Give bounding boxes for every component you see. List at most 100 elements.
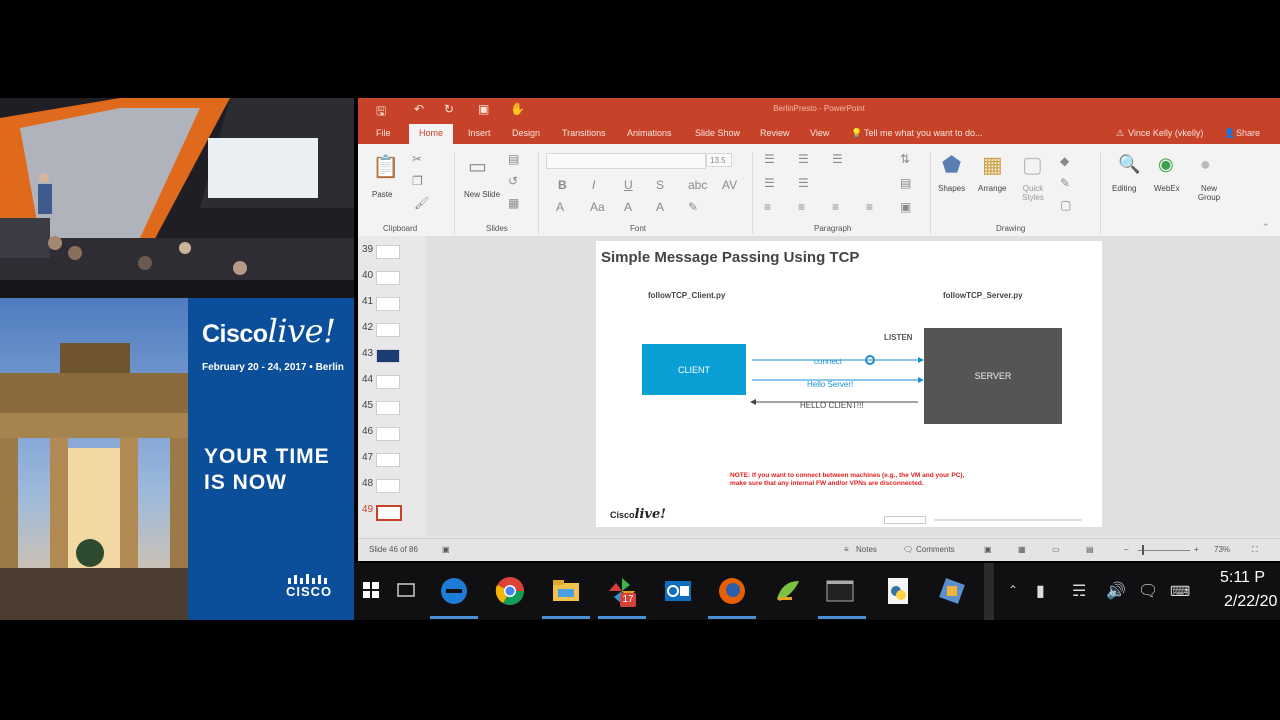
copy-icon[interactable]: ❐ — [412, 174, 423, 188]
align-center-icon[interactable]: ≡ — [798, 200, 805, 214]
comments-icon[interactable]: 🗨 — [903, 545, 913, 554]
slide-thumbnail[interactable] — [376, 375, 400, 389]
tab-insert[interactable]: Insert — [468, 128, 491, 138]
text-direction-icon[interactable]: ⇅ — [900, 152, 910, 166]
webex-button[interactable]: WebEx — [1154, 184, 1180, 193]
italic-icon[interactable]: I — [592, 178, 595, 192]
reset-icon[interactable]: ↺ — [508, 174, 518, 188]
paste-icon[interactable]: 📋 — [372, 154, 399, 180]
shape-effects-icon[interactable]: ▢ — [1060, 198, 1071, 212]
file-explorer-icon[interactable] — [550, 575, 582, 607]
command-prompt-icon[interactable] — [824, 575, 856, 607]
edge-browser-icon[interactable] — [438, 575, 470, 607]
layout-icon[interactable]: ▤ — [508, 152, 519, 166]
bullets-icon[interactable]: ☰ — [764, 152, 775, 166]
align-left-icon[interactable]: ≡ — [764, 200, 771, 214]
underline-icon[interactable]: U — [624, 178, 633, 192]
battery-icon[interactable]: ▮ — [1036, 581, 1045, 601]
justify-icon[interactable]: ≡ — [866, 200, 873, 214]
collapse-ribbon-icon[interactable]: ⌃ — [1262, 222, 1270, 233]
spellcheck-icon[interactable]: ▣ — [442, 545, 450, 554]
line-spacing-icon[interactable]: ☰ — [832, 152, 843, 166]
wifi-icon[interactable]: ☴ — [1072, 581, 1086, 601]
new-slide-button[interactable]: New Slide — [464, 190, 500, 199]
slide-thumbnail-selected[interactable] — [376, 505, 402, 521]
quick-styles-button[interactable]: Quick Styles — [1018, 184, 1048, 202]
webex-icon[interactable]: ◉ — [1158, 154, 1174, 175]
python-editor-icon[interactable] — [772, 575, 804, 607]
arrange-icon[interactable]: ▦ — [982, 152, 1003, 178]
increase-indent-icon[interactable]: ☰ — [798, 176, 809, 190]
cut-icon[interactable]: ✂ — [412, 152, 422, 166]
taskbar-scrollbar[interactable] — [984, 563, 994, 620]
tab-animations[interactable]: Animations — [627, 128, 672, 138]
fit-slide-icon[interactable]: ⛶ — [1252, 545, 1258, 555]
decrease-indent-icon[interactable]: ☰ — [764, 176, 775, 190]
current-slide[interactable]: Simple Message Passing Using TCP followT… — [596, 241, 1102, 527]
share-button[interactable]: Share — [1236, 128, 1260, 138]
new-group-icon[interactable]: ● — [1200, 154, 1211, 175]
normal-view-icon[interactable]: ▣ — [984, 545, 992, 554]
section-icon[interactable]: ▦ — [508, 196, 519, 210]
action-center-icon[interactable]: 🗨 — [1138, 581, 1158, 601]
notes-button[interactable]: Notes — [856, 545, 877, 554]
align-text-icon[interactable]: ▤ — [900, 176, 911, 190]
shape-fill-icon[interactable]: ◆ — [1060, 154, 1069, 168]
python-file-icon[interactable] — [882, 575, 914, 607]
chrome-icon[interactable] — [494, 575, 526, 607]
slide-sorter-icon[interactable]: ▦ — [1018, 545, 1026, 554]
slide-thumbnail[interactable] — [376, 427, 400, 441]
keyboard-icon[interactable]: ⌨ — [1170, 583, 1190, 600]
char-spacing-icon[interactable]: AV — [722, 178, 737, 192]
share-icon[interactable]: 👤 — [1224, 128, 1235, 139]
notes-icon[interactable]: ≡ — [844, 545, 849, 554]
windows-start-icon[interactable] — [362, 581, 380, 599]
tab-file[interactable]: File — [376, 128, 391, 138]
tab-design[interactable]: Design — [512, 128, 540, 138]
zoom-out-icon[interactable]: – — [1124, 545, 1128, 554]
zoom-slider[interactable] — [1138, 550, 1190, 551]
user-account[interactable]: Vince Kelly (vkelly) — [1128, 128, 1203, 138]
slide-show-icon[interactable]: ▤ — [1086, 545, 1094, 554]
tab-home[interactable]: Home — [409, 124, 454, 144]
font-size-box[interactable]: 13.5 — [706, 153, 732, 167]
slide-thumbnail[interactable] — [376, 297, 400, 311]
paste-button[interactable]: Paste — [372, 190, 392, 199]
show-hidden-icons-icon[interactable]: ⌃ — [1008, 583, 1018, 597]
tab-slide-show[interactable]: Slide Show — [695, 128, 740, 138]
tab-review[interactable]: Review — [760, 128, 790, 138]
shadow-icon[interactable]: S — [656, 178, 664, 192]
shape-outline-icon[interactable]: ✎ — [1060, 176, 1070, 190]
quick-styles-icon[interactable]: ▢ — [1022, 152, 1043, 178]
tab-view[interactable]: View — [810, 128, 829, 138]
editing-button[interactable]: Editing — [1112, 184, 1136, 193]
zoom-in-icon[interactable]: + — [1194, 545, 1199, 554]
editing-icon[interactable]: 🔍 — [1118, 154, 1140, 175]
clear-format-icon[interactable]: ✎ — [688, 200, 698, 214]
new-group-button[interactable]: New Group — [1192, 184, 1226, 202]
change-case-icon[interactable]: Aa — [590, 200, 605, 214]
volume-icon[interactable]: 🔊 — [1106, 581, 1126, 601]
slide-thumbnail[interactable] — [376, 349, 400, 363]
font-color-icon[interactable]: A — [556, 200, 564, 214]
slide-thumbnail[interactable] — [376, 401, 400, 415]
slide-thumbnail[interactable] — [376, 323, 400, 337]
comments-button[interactable]: Comments — [916, 545, 955, 554]
tab-transitions[interactable]: Transitions — [562, 128, 606, 138]
slide-thumbnail[interactable] — [376, 453, 400, 467]
shapes-button[interactable]: Shapes — [938, 184, 965, 193]
shapes-icon[interactable]: ⬟ — [942, 152, 961, 178]
bold-icon[interactable]: B — [558, 178, 567, 192]
zoom-slider-thumb[interactable] — [1142, 545, 1144, 555]
strikethrough-icon[interactable]: abc — [688, 178, 707, 192]
smartart-icon[interactable]: ▣ — [900, 200, 911, 214]
grow-font-icon[interactable]: A — [624, 200, 632, 214]
format-painter-icon[interactable]: 🖌 — [414, 196, 429, 210]
numbering-icon[interactable]: ☰ — [798, 152, 809, 166]
arrange-button[interactable]: Arrange — [978, 184, 1006, 193]
slide-thumbnail[interactable] — [376, 479, 400, 493]
virtualbox-icon[interactable] — [936, 575, 968, 607]
new-slide-icon[interactable]: ▭ — [468, 154, 487, 179]
shrink-font-icon[interactable]: A — [656, 200, 664, 214]
firefox-icon[interactable] — [716, 575, 748, 607]
